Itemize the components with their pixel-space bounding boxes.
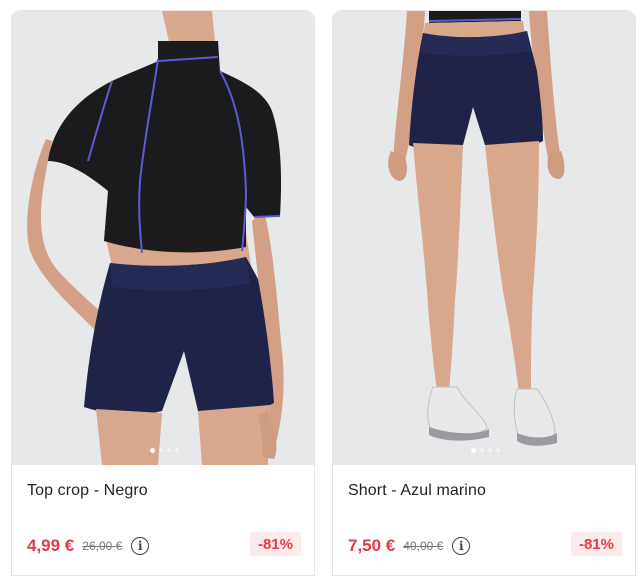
discount-badge: -81% xyxy=(249,532,301,556)
product-photo-illustration xyxy=(388,11,565,446)
product-image[interactable] xyxy=(12,11,314,465)
carousel-dot[interactable] xyxy=(495,448,500,452)
carousel-dot[interactable] xyxy=(479,448,484,452)
product-card[interactable]: Top crop - Negro 4,99 € 26,00 € i -81% xyxy=(11,10,315,576)
carousel-dot[interactable] xyxy=(470,447,476,453)
info-icon[interactable]: i xyxy=(452,537,471,555)
original-price: 40,00 € xyxy=(403,539,444,553)
product-image[interactable] xyxy=(333,11,635,465)
current-price: 7,50 € xyxy=(348,536,396,555)
carousel-dot[interactable] xyxy=(158,448,163,452)
carousel-indicator[interactable] xyxy=(12,447,314,453)
current-price: 4,99 € xyxy=(27,536,75,555)
carousel-dot[interactable] xyxy=(174,448,179,452)
discount-badge: -81% xyxy=(570,532,622,556)
carousel-dot[interactable] xyxy=(166,448,171,452)
carousel-dot[interactable] xyxy=(487,448,492,452)
carousel-indicator[interactable] xyxy=(333,447,635,453)
original-price: 26,00 € xyxy=(82,539,123,553)
info-icon[interactable]: i xyxy=(131,537,150,555)
product-name[interactable]: Short - Azul marino xyxy=(348,482,486,500)
carousel-dot[interactable] xyxy=(149,447,155,453)
product-photo-illustration xyxy=(27,11,284,465)
product-card[interactable]: Short - Azul marino 7,50 € 40,00 € i -81… xyxy=(332,10,636,576)
product-name[interactable]: Top crop - Negro xyxy=(27,482,148,500)
